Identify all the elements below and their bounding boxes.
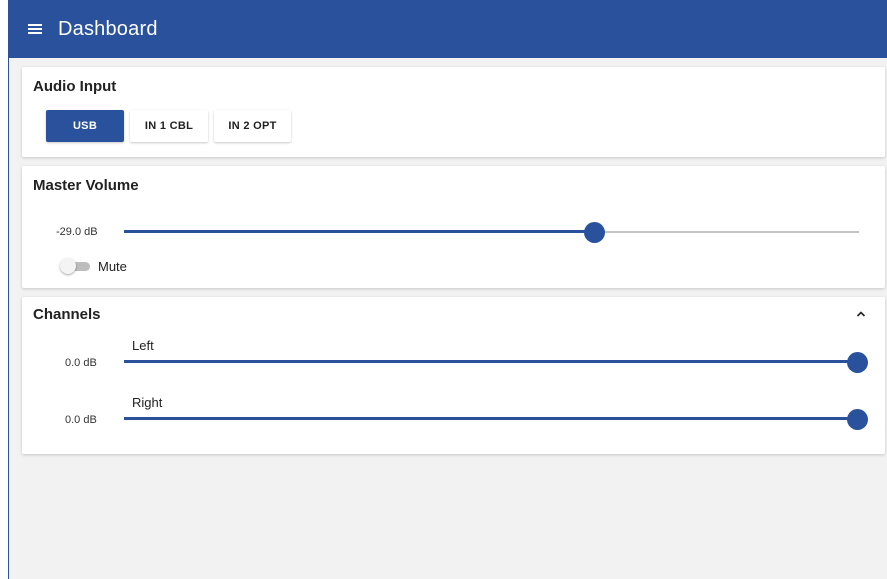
audio-input-card: Audio Input USB IN 1 CBL IN 2 OPT (22, 67, 885, 157)
slider-thumb[interactable] (847, 409, 868, 430)
master-volume-value: -29.0 dB (56, 226, 98, 238)
chevron-up-icon[interactable] (856, 309, 866, 319)
slider-thumb[interactable] (584, 222, 606, 243)
slider-thumb[interactable] (847, 352, 868, 373)
mute-toggle[interactable] (60, 258, 90, 274)
audio-input-usb-button[interactable]: USB (46, 110, 124, 142)
audio-input-in2-opt-button[interactable]: IN 2 OPT (214, 110, 291, 142)
channel-right-label: Right (132, 395, 163, 410)
channel-left-value: 0.0 dB (65, 357, 97, 369)
channels-card: Channels Left 0.0 dB Right 0.0 dB (22, 297, 885, 454)
audio-input-in1-cbl-button[interactable]: IN 1 CBL (130, 110, 208, 142)
toggle-thumb (60, 258, 76, 274)
channel-left-label: Left (132, 338, 154, 353)
channels-title: Channels (33, 306, 101, 323)
master-volume-slider[interactable] (124, 222, 859, 243)
slider-fill (124, 230, 595, 233)
slider-fill (124, 360, 857, 363)
slider-fill (124, 417, 857, 420)
audio-input-selector: USB IN 1 CBL IN 2 OPT (46, 110, 291, 142)
channel-left-slider[interactable] (124, 352, 868, 373)
channel-right-value: 0.0 dB (65, 414, 97, 426)
app-bar: Dashboard (9, 0, 887, 58)
master-volume-card: Master Volume -29.0 dB Mute (22, 166, 885, 288)
page: Dashboard Audio Input USB IN 1 CBL IN 2 … (8, 0, 887, 579)
channel-right-slider[interactable] (124, 409, 868, 430)
mute-label: Mute (98, 258, 127, 274)
audio-input-title: Audio Input (33, 78, 117, 95)
app-title: Dashboard (58, 17, 158, 40)
master-volume-title: Master Volume (33, 177, 139, 194)
hamburger-menu-icon[interactable] (28, 23, 42, 35)
mute-row: Mute (60, 258, 127, 274)
